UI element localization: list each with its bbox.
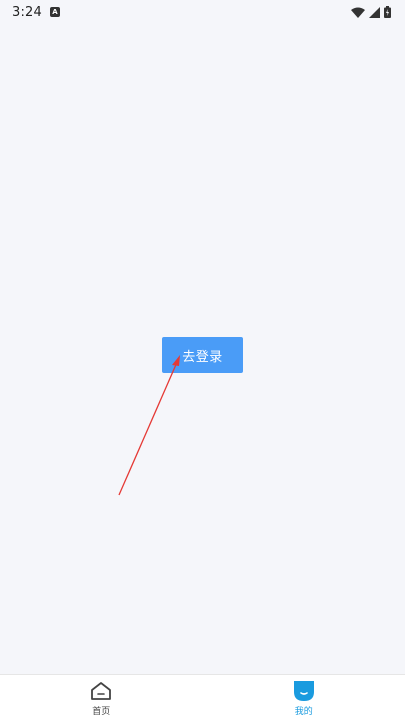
status-time: 3:24 — [12, 4, 42, 20]
home-icon — [90, 680, 112, 702]
status-bar: 3:24 A — [0, 0, 405, 24]
profile-icon — [293, 680, 315, 702]
tab-profile-label: 我的 — [294, 707, 313, 717]
status-left: 3:24 A — [12, 5, 60, 20]
login-button[interactable]: 去登录 — [162, 337, 243, 373]
wifi-icon — [351, 7, 365, 18]
app-screen: 3:24 A 去登录 首页 我的 — [0, 0, 405, 720]
tab-home-label: 首页 — [92, 707, 111, 717]
status-right — [351, 6, 391, 18]
tab-profile[interactable]: 我的 — [203, 675, 405, 720]
bottom-nav: 首页 我的 — [0, 674, 405, 720]
cellular-signal-icon — [369, 6, 380, 18]
notification-icon: A — [50, 7, 60, 17]
tab-home[interactable]: 首页 — [0, 675, 203, 720]
battery-icon — [384, 6, 391, 18]
